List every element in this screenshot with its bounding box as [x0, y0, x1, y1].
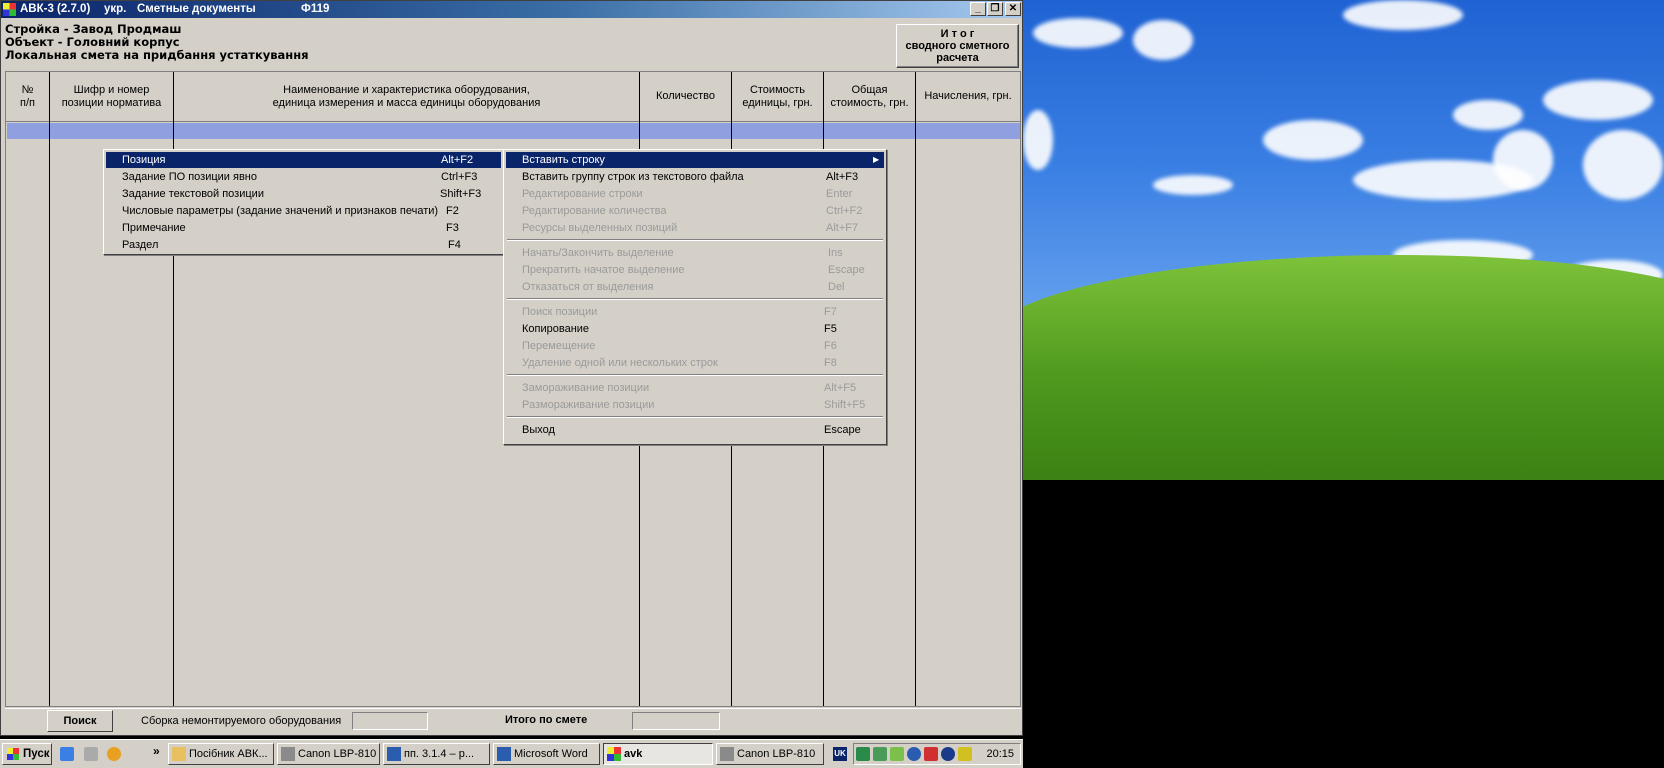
- estimate-title: Локальная смета на придбання устаткуванн…: [5, 48, 309, 62]
- menu-item-find-position: Поиск позиции F7: [522, 306, 837, 318]
- title-bar[interactable]: АВК-3 (2.7.0) укр. Сметные документы Ф11…: [1, 1, 1022, 18]
- language-indicator[interactable]: UK: [833, 747, 847, 761]
- insert-submenu: Позиция Alt+F2 Задание ПО позиции явно C…: [103, 149, 504, 255]
- green-hill: [1023, 255, 1664, 480]
- title-form-code: Ф119: [301, 3, 330, 15]
- col-header-charges: Начисления, грн.: [924, 90, 1012, 102]
- tray-monitor-icon[interactable]: [890, 747, 904, 761]
- total-value: [632, 712, 720, 730]
- start-label: Пуск: [23, 748, 50, 760]
- tray-app-icon[interactable]: [856, 747, 870, 761]
- close-button[interactable]: ✕: [1005, 2, 1021, 16]
- col-header-name: Наименование и характеристика оборудован…: [272, 83, 541, 109]
- sky: [1023, 0, 1664, 480]
- word-icon: [497, 747, 511, 761]
- tray-network-icon[interactable]: [873, 747, 887, 761]
- menu-item-section[interactable]: Раздел F4: [106, 237, 501, 253]
- taskbar-button-folder[interactable]: Посібник АВК...: [168, 743, 274, 765]
- menu-item-explicit-position[interactable]: Задание ПО позиции явно Ctrl+F3: [106, 169, 501, 185]
- desktop-quicklaunch-icon[interactable]: [84, 747, 98, 761]
- menu-item-exit[interactable]: Выход Escape: [506, 422, 884, 438]
- menu-item-edit-quantity: Редактирование количества Ctrl+F2: [522, 205, 863, 217]
- avk-icon: [607, 747, 621, 761]
- app-icon: [3, 3, 16, 16]
- assembly-label: Сборка немонтируемого оборудования: [141, 715, 342, 727]
- taskbar-button-printer-2[interactable]: Canon LBP-810: [716, 743, 824, 765]
- quicklaunch-more-icon[interactable]: »: [153, 744, 160, 758]
- taskbar: Пуск » Посібник АВК... Canon LBP-810 пп.…: [0, 739, 1023, 768]
- menu-item-cancel-selection: Отказаться от выделения Del: [522, 281, 845, 293]
- search-button[interactable]: Поиск: [47, 710, 113, 732]
- app-window: АВК-3 (2.7.0) укр. Сметные документы Ф11…: [0, 0, 1023, 736]
- menu-item-insert-from-file[interactable]: Вставить группу строк из текстового файл…: [506, 169, 884, 185]
- tray-globe-icon[interactable]: [907, 747, 921, 761]
- restore-button[interactable]: ❐: [987, 2, 1003, 16]
- menu-item-copy[interactable]: Копирование F5: [506, 321, 884, 337]
- menu-item-insert-row[interactable]: Вставить строку ▶: [506, 152, 884, 168]
- menu-item-numeric-params[interactable]: Числовые параметры (задание значений и п…: [106, 203, 501, 219]
- taskbar-button-word[interactable]: Microsoft Word: [493, 743, 600, 765]
- taskbar-button-avk[interactable]: avk: [603, 743, 713, 765]
- tray-volume-icon[interactable]: [958, 747, 972, 761]
- context-menu: Вставить строку ▶ Вставить группу строк …: [503, 149, 887, 445]
- col-header-unit-cost: Стоимость единицы, грн.: [742, 83, 813, 109]
- selected-table-row[interactable]: [7, 123, 1020, 139]
- menu-item-stop-selection: Прекратить начатое выделение Escape: [522, 264, 865, 276]
- menu-item-freeze: Замораживание позиции Alt+F5: [522, 382, 857, 394]
- bottom-panel: Поиск Сборка немонтируемого оборудования…: [5, 708, 1021, 734]
- menu-item-delete-rows: Удаление одной или нескольких строк F8: [522, 357, 837, 369]
- menu-item-text-position[interactable]: Задание текстовой позиции Shift+F3: [106, 186, 501, 202]
- printer-icon: [281, 747, 295, 761]
- title-language: укр.: [104, 3, 127, 15]
- tray-power-icon[interactable]: [924, 747, 938, 761]
- ie-quicklaunch-icon[interactable]: [60, 747, 74, 761]
- minimize-button[interactable]: _: [970, 2, 986, 16]
- assembly-value: [352, 712, 428, 730]
- start-button[interactable]: Пуск: [2, 743, 52, 765]
- system-tray: 20:15: [853, 743, 1021, 765]
- media-quicklaunch-icon[interactable]: [107, 747, 121, 761]
- desktop-wallpaper: [1023, 0, 1664, 768]
- menu-item-note[interactable]: Примечание F3: [106, 220, 501, 236]
- title-document: Сметные документы: [137, 3, 256, 15]
- menu-item-unfreeze: Размораживание позиции Shift+F5: [522, 399, 866, 411]
- col-header-code: Шифр и номер позиции норматива: [61, 83, 162, 109]
- menu-item-resources: Ресурсы выделенных позиций Alt+F7: [522, 222, 859, 234]
- tray-antivirus-icon[interactable]: [941, 747, 955, 761]
- col-header-number: № п/п: [20, 83, 35, 109]
- title-app-name: АВК-3 (2.7.0): [20, 3, 91, 15]
- total-label: Итого по смете: [505, 714, 588, 726]
- windows-logo-icon: [7, 748, 19, 760]
- menu-item-move: Перемещение F6: [522, 340, 837, 352]
- menu-item-toggle-selection: Начать/Закончить выделение Ins: [522, 247, 843, 259]
- word-doc-icon: [387, 747, 401, 761]
- menu-item-edit-row: Редактирование строки Enter: [522, 188, 853, 200]
- folder-icon: [172, 747, 186, 761]
- col-header-quantity: Количество: [655, 90, 716, 102]
- clock[interactable]: 20:15: [986, 744, 1014, 764]
- taskbar-button-printer-1[interactable]: Canon LBP-810: [277, 743, 380, 765]
- menu-item-position[interactable]: Позиция Alt+F2: [106, 152, 501, 168]
- printer-icon: [720, 747, 734, 761]
- col-header-total-cost: Общая стоимость, грн.: [830, 83, 909, 109]
- summary-estimate-button[interactable]: И т о г сводного сметного расчета: [896, 24, 1019, 68]
- taskbar-button-word-doc[interactable]: пп. 3.1.4 – р...: [383, 743, 490, 765]
- submenu-arrow-icon: ▶: [873, 155, 880, 164]
